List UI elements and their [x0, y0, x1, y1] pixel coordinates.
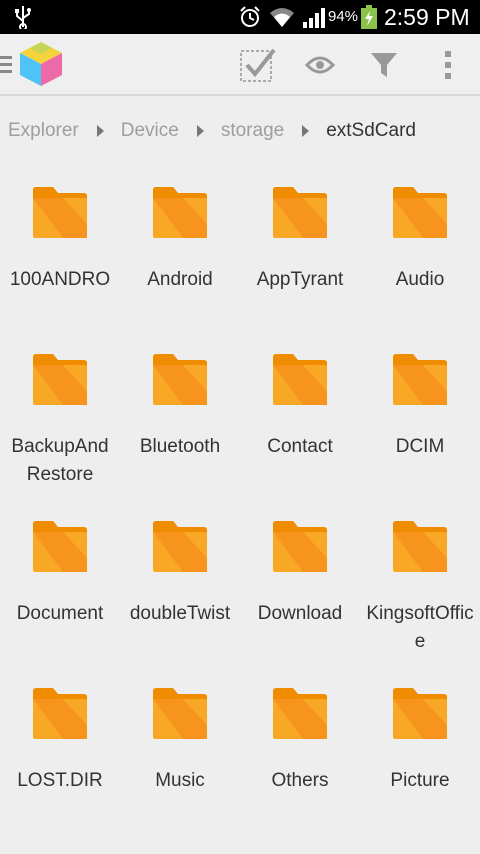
folder-icon [273, 187, 327, 238]
folder-name: Download [257, 603, 343, 624]
folder-icon [273, 354, 327, 405]
folder-item[interactable]: Bluetooth [120, 337, 240, 497]
select-icon [240, 48, 276, 82]
battery-charging-icon [361, 5, 377, 29]
folder-item[interactable]: Others [240, 671, 360, 831]
folder-icon [33, 187, 87, 238]
battery-percent: 94% [328, 8, 359, 25]
folder-item[interactable]: Audio [360, 170, 480, 330]
folder-name: Document [16, 603, 104, 624]
breadcrumb-explorer[interactable]: Explorer [8, 120, 79, 142]
chevron-right-icon [196, 125, 204, 137]
chevron-right-icon [302, 125, 310, 137]
folder-item[interactable]: AppTyrant [240, 170, 360, 330]
folder-item[interactable]: Contact [240, 337, 360, 497]
folder-item[interactable]: LOST.DIR [0, 671, 120, 831]
folder-icon [153, 187, 207, 238]
folder-item[interactable]: DCIM [360, 337, 480, 497]
chevron-right-icon [96, 125, 104, 137]
select-button[interactable] [238, 46, 278, 84]
folder-icon [153, 521, 207, 572]
folder-icon [153, 688, 207, 739]
overflow-menu-icon [445, 51, 451, 79]
folder-name: BackupAnd Restore [11, 436, 109, 485]
folder-item[interactable]: KingsoftOffice [360, 504, 480, 664]
view-icon [305, 56, 335, 74]
folder-name: Android [147, 269, 213, 290]
folder-icon [393, 521, 447, 572]
action-bar [0, 34, 480, 96]
view-button[interactable] [300, 46, 340, 84]
folder-icon [33, 688, 87, 739]
signal-icon [303, 8, 325, 28]
folder-item[interactable]: Download [240, 504, 360, 664]
folder-name: 100ANDRO [9, 269, 111, 290]
breadcrumb-storage[interactable]: storage [221, 120, 284, 142]
folder-icon [153, 354, 207, 405]
wifi-icon [270, 8, 294, 27]
folder-name: doubleTwist [129, 603, 231, 624]
folder-icon [273, 521, 327, 572]
folder-icon [273, 688, 327, 739]
alarm-icon [240, 6, 260, 27]
folder-item[interactable]: BackupAnd Restore [0, 337, 120, 497]
folder-item[interactable]: Music [120, 671, 240, 831]
folder-icon [393, 688, 447, 739]
folder-name: DCIM [395, 436, 445, 457]
folder-item[interactable]: Picture [360, 671, 480, 831]
drawer-icon[interactable] [0, 56, 14, 76]
folder-name: Bluetooth [139, 436, 221, 457]
filter-button[interactable] [364, 46, 404, 84]
folder-name: Audio [395, 269, 445, 290]
folder-icon [33, 354, 87, 405]
usb-icon [15, 6, 31, 29]
breadcrumb: Explorer Device storage extSdCard [8, 116, 416, 146]
folder-name: Contact [267, 436, 333, 457]
app-logo[interactable] [18, 40, 64, 88]
clock: 2:59 PM [384, 4, 470, 30]
folder-item[interactable]: Document [0, 504, 120, 664]
folder-item[interactable]: 100ANDRO [0, 170, 120, 330]
folder-item[interactable]: doubleTwist [120, 504, 240, 664]
folder-icon [33, 521, 87, 572]
breadcrumb-device[interactable]: Device [121, 120, 179, 142]
folder-icon [393, 354, 447, 405]
overflow-menu-button[interactable] [428, 46, 468, 84]
folder-name: LOST.DIR [17, 770, 103, 791]
folder-name: KingsoftOffice [366, 603, 474, 652]
folder-item[interactable]: Android [120, 170, 240, 330]
status-bar: 94% 2:59 PM [0, 0, 480, 34]
breadcrumb-extsdcard[interactable]: extSdCard [326, 120, 416, 142]
filter-icon [371, 53, 397, 77]
folder-icon [393, 187, 447, 238]
folder-name: Others [271, 770, 329, 791]
folder-name: AppTyrant [256, 269, 344, 290]
folder-name: Music [155, 770, 205, 791]
folder-name: Picture [390, 770, 450, 791]
